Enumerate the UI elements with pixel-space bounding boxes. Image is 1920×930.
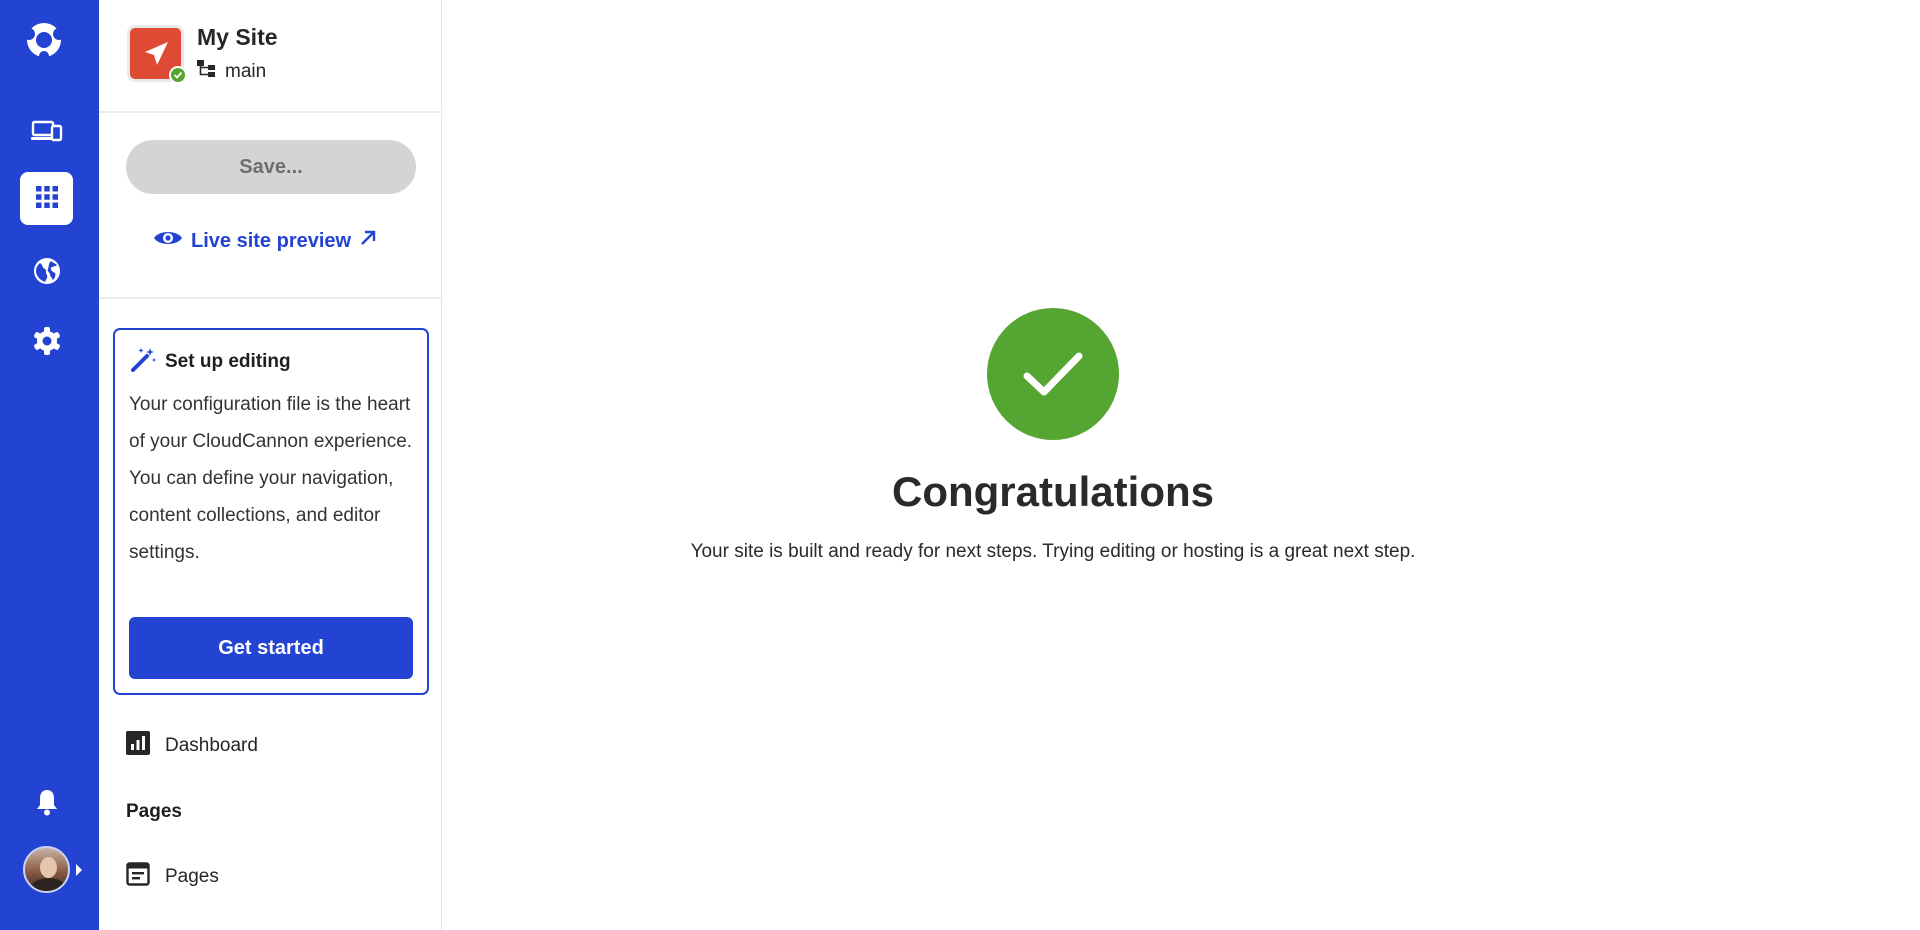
globe-icon — [33, 257, 61, 289]
bell-icon — [36, 788, 58, 820]
avatar-shoulders — [31, 878, 66, 891]
main-content: Congratulations Your site is built and r… — [443, 0, 1920, 930]
apps-grid-icon — [35, 185, 58, 212]
caret-right-icon[interactable] — [76, 864, 82, 876]
page-document-icon — [126, 862, 150, 892]
dashboard-chart-icon — [126, 731, 150, 761]
cloudcannon-logo-icon[interactable] — [20, 20, 68, 61]
user-avatar[interactable] — [23, 846, 70, 893]
setup-editing-heading: Set up editing — [165, 351, 291, 372]
pages-section-heading: Pages — [126, 801, 182, 822]
site-name[interactable]: My Site — [197, 24, 278, 51]
success-check-icon — [987, 308, 1119, 440]
sidebar-item-dashboard[interactable]: Dashboard — [126, 731, 258, 761]
get-started-button[interactable]: Get started — [129, 617, 413, 679]
rail-notifications-button[interactable] — [20, 777, 73, 830]
save-button[interactable]: Save... — [126, 140, 416, 194]
external-link-arrow-icon — [359, 229, 377, 253]
branch-icon — [197, 60, 217, 84]
site-sidebar: My Site main Save... Live site preview S… — [99, 0, 442, 930]
sidebar-item-label: Pages — [165, 866, 219, 887]
setup-editing-title: Set up editing — [131, 346, 291, 378]
setup-editing-description: Your configuration file is the heart of … — [129, 394, 413, 563]
gear-icon — [33, 326, 61, 359]
sidebar-item-label: Dashboard — [165, 735, 258, 756]
site-header: My Site main — [99, 0, 442, 113]
magic-wand-icon — [131, 346, 157, 378]
branch-name: main — [225, 61, 267, 82]
rail-hosting-button[interactable] — [20, 246, 73, 299]
avatar-face — [40, 857, 57, 878]
sidebar-item-pages[interactable]: Pages — [126, 862, 219, 892]
app-rail — [0, 0, 99, 930]
eye-icon — [153, 228, 183, 254]
devices-icon — [30, 119, 63, 147]
rail-devices-button[interactable] — [20, 106, 73, 159]
live-site-preview-link[interactable]: Live site preview — [153, 228, 377, 254]
rail-apps-button[interactable] — [20, 172, 73, 225]
branch-selector[interactable]: main — [197, 60, 266, 84]
rail-settings-button[interactable] — [20, 316, 73, 369]
live-site-preview-label: Live site preview — [191, 229, 352, 252]
setup-editing-card: Set up editing Your configuration file i… — [113, 328, 429, 695]
congratulations-title: Congratulations — [892, 468, 1214, 515]
site-status-check-icon — [169, 66, 187, 84]
save-area: Save... Live site preview — [99, 113, 442, 299]
congratulations-message: Your site is built and ready for next st… — [690, 541, 1416, 562]
